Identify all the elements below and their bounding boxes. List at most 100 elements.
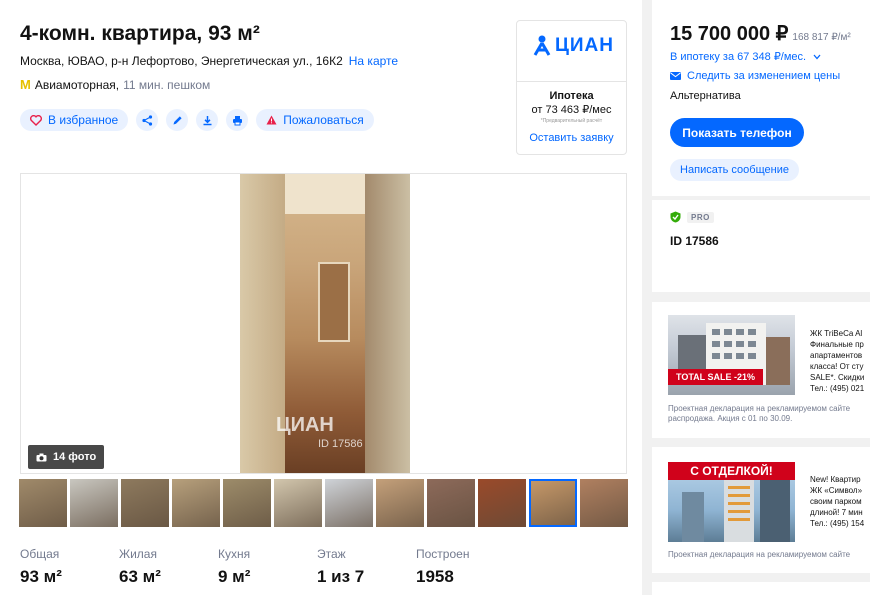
- ad-card-simvol[interactable]: С ОТДЕЛКОЙ! New! Квартир ЖК «Символ» сво…: [652, 447, 870, 573]
- main-photo[interactable]: ЦИАН ID 17586: [240, 174, 410, 473]
- ad-disclaimer: Проектная декларация на рекламируемом са…: [668, 550, 850, 560]
- mortgage-amount: от 73 463 ₽/мес: [531, 104, 612, 116]
- gallery-thumbnail[interactable]: [223, 479, 271, 527]
- mortgage-offer: Ипотека от 73 463 ₽/мес *Предварительный…: [517, 89, 626, 145]
- favorite-label: В избранное: [48, 113, 119, 127]
- stat-value: 1 из 7: [317, 567, 365, 586]
- complain-label: Пожаловаться: [283, 113, 364, 127]
- mail-icon: [670, 72, 681, 80]
- listing-card: 4-комн. квартира, 93 м² Москва, ЮВАО, р-…: [0, 0, 642, 595]
- ad-line: Тел.: (495) 021: [810, 384, 865, 393]
- pencil-icon: [173, 115, 182, 124]
- ad-note-line: Проектная декларация на рекламируемом са…: [668, 550, 851, 559]
- ad-line: SALE*. Скидки: [810, 373, 865, 382]
- finish-badge: С ОТДЕЛКОЙ!: [668, 462, 795, 480]
- ad-line: Финальные пр: [810, 340, 864, 349]
- stat-label: Построен: [416, 547, 470, 561]
- gallery-thumbnail[interactable]: [478, 479, 526, 527]
- gallery-thumbnail[interactable]: [325, 479, 373, 527]
- gallery-thumbnail[interactable]: [121, 479, 169, 527]
- price: 15 700 000 ₽168 817 ₽/м²: [670, 21, 851, 46]
- metro-info: М Авиамоторная, 11 мин. пешком: [20, 77, 210, 92]
- metro-walk-time: 11 мин. пешком: [123, 77, 211, 92]
- watermark: ЦИАН: [276, 414, 334, 436]
- chevron-down-icon: [813, 54, 821, 60]
- apartment-stats: Общая 93 м² Жилая 63 м² Кухня 9 м² Этаж 1 из 7 П…: [20, 547, 515, 587]
- price-per-meter: 168 817 ₽/м²: [792, 32, 851, 43]
- price-amount: 15 700 000 ₽: [670, 23, 789, 45]
- write-message-button[interactable]: Написать сообщение: [670, 159, 799, 181]
- gallery-thumbnail[interactable]: [427, 479, 475, 527]
- photo-ceiling: [285, 174, 365, 214]
- favorite-button[interactable]: В избранное: [20, 109, 129, 131]
- ad-note-line: распродажа. Акция с 01 по 30.09.: [668, 414, 793, 423]
- mortgage-link-text: В ипотеку за 67 348 ₽/мес.: [670, 51, 807, 63]
- complain-button[interactable]: Пожаловаться: [256, 109, 374, 131]
- cian-logo-icon: [533, 35, 551, 56]
- follow-price-link[interactable]: Следить за изменением цены: [670, 70, 840, 82]
- agent-card: PRO ID 17586: [652, 200, 870, 292]
- metro-station: Авиамоторная,: [34, 77, 120, 92]
- pro-status: PRO: [670, 211, 714, 223]
- mortgage-link[interactable]: В ипотеку за 67 348 ₽/мес.: [670, 50, 821, 63]
- ad-title: ЖК TriBeCa Al: [810, 329, 863, 338]
- print-icon: [232, 115, 242, 125]
- photo-door: [318, 262, 350, 342]
- share-button[interactable]: [136, 109, 159, 131]
- ad-text: New! Квартир ЖК «Символ» своим парком дл…: [810, 474, 870, 529]
- stat-item: Кухня 9 м²: [218, 547, 317, 587]
- action-bar: В избранное Пожаловаться: [20, 109, 374, 131]
- cian-logo: ЦИАН: [533, 35, 614, 57]
- ad-line: ЖК «Символ»: [810, 486, 863, 495]
- stat-item: Жилая 63 м²: [119, 547, 218, 587]
- stat-value: 1958: [416, 567, 454, 586]
- heart-icon: [30, 114, 42, 126]
- thumbnail-strip: [19, 479, 628, 527]
- photo-count: 14 фото: [53, 451, 97, 463]
- ad-disclaimer: Проектная декларация на рекламируемом са…: [668, 404, 850, 424]
- deal-type: Альтернатива: [670, 90, 741, 102]
- price-card: 15 700 000 ₽168 817 ₽/м² В ипотеку за 67…: [652, 0, 870, 196]
- gallery-thumbnail[interactable]: [274, 479, 322, 527]
- mortgage-note: *Предварительный расчёт: [540, 118, 603, 124]
- verified-shield-icon: [670, 211, 681, 223]
- cian-logo-text: ЦИАН: [555, 35, 614, 56]
- photo-gallery[interactable]: ЦИАН ID 17586 14 фото: [20, 173, 627, 474]
- gallery-thumbnail[interactable]: [376, 479, 424, 527]
- pro-badge: PRO: [687, 211, 714, 223]
- map-link[interactable]: На карте: [349, 54, 398, 68]
- cian-mortgage-box: ЦИАН Ипотека от 73 463 ₽/мес *Предварите…: [516, 20, 627, 155]
- gallery-thumbnail[interactable]: [70, 479, 118, 527]
- leave-request-link[interactable]: Оставить заявку: [517, 131, 626, 145]
- stat-value: 9 м²: [218, 567, 251, 586]
- stat-label: Общая: [20, 547, 60, 561]
- mortgage-title: Ипотека: [549, 90, 594, 102]
- gallery-thumbnail[interactable]: [172, 479, 220, 527]
- ad-line: своим парком: [810, 497, 862, 506]
- download-icon: [203, 115, 212, 125]
- next-card: [652, 582, 870, 595]
- gallery-thumbnail[interactable]: [19, 479, 67, 527]
- stat-value: 63 м²: [119, 567, 161, 586]
- download-button[interactable]: [196, 109, 219, 131]
- ad-title: New! Квартир: [810, 475, 861, 484]
- gallery-thumbnail[interactable]: [529, 479, 577, 527]
- metro-icon: М: [20, 77, 31, 92]
- stat-item: Этаж 1 из 7: [317, 547, 416, 587]
- photo-count-badge[interactable]: 14 фото: [28, 445, 105, 469]
- watermark-id: ID 17586: [318, 438, 363, 450]
- ad-line: длиной! 7 мин: [810, 508, 863, 517]
- ad-image[interactable]: С ОТДЕЛКОЙ!: [668, 462, 795, 542]
- divider: [517, 81, 626, 82]
- photo-wall-right: [365, 174, 410, 473]
- print-button[interactable]: [226, 109, 249, 131]
- stat-label: Кухня: [218, 547, 251, 561]
- page-title: 4-комн. квартира, 93 м²: [20, 22, 260, 45]
- stat-label: Этаж: [317, 547, 346, 561]
- show-phone-button[interactable]: Показать телефон: [670, 118, 804, 147]
- ad-image[interactable]: TOTAL SALE -21%: [668, 315, 795, 395]
- edit-button[interactable]: [166, 109, 189, 131]
- warning-icon: [266, 115, 277, 125]
- ad-card-tribeca[interactable]: TOTAL SALE -21% ЖК TriBeCa Al Финальные …: [652, 302, 870, 438]
- gallery-thumbnail[interactable]: [580, 479, 628, 527]
